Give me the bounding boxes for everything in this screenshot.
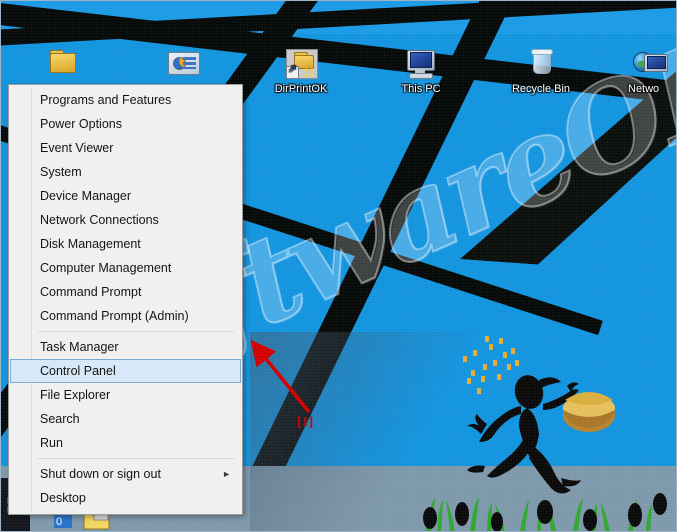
- menu-item-programs-and-features[interactable]: Programs and Features: [10, 88, 241, 112]
- menu-item-label: Control Panel: [40, 364, 116, 378]
- menu-item-control-panel[interactable]: Control Panel: [10, 359, 241, 383]
- folder-icon: [46, 48, 80, 80]
- menu-item-search[interactable]: Search: [10, 407, 241, 431]
- network-icon: [632, 48, 668, 80]
- desktop-icon-label: Recycle Bin: [511, 83, 571, 95]
- desktop-screen: SoftwareOK ↗ DirPrintOK This PC Recycle …: [0, 0, 677, 532]
- this-pc-icon: [404, 48, 438, 80]
- menu-item-label: Power Options: [40, 117, 122, 131]
- menu-item-system[interactable]: System: [10, 160, 241, 184]
- menu-item-network-connections[interactable]: Network Connections: [10, 208, 241, 232]
- menu-item-device-manager[interactable]: Device Manager: [10, 184, 241, 208]
- menu-item-power-options[interactable]: Power Options: [10, 112, 241, 136]
- desktop-icon-recycle-bin[interactable]: Recycle Bin: [498, 48, 584, 96]
- desktop-icon-network[interactable]: Netwo: [620, 48, 677, 96]
- desktop-icon-this-pc[interactable]: This PC: [378, 48, 464, 96]
- menu-item-file-explorer[interactable]: File Explorer: [10, 383, 241, 407]
- menu-item-label: Disk Management: [40, 237, 141, 251]
- menu-item-label: Network Connections: [40, 213, 159, 227]
- control-panel-icon: [166, 48, 200, 80]
- wallpaper-sower-figure: [455, 330, 645, 500]
- menu-item-command-prompt[interactable]: Command Prompt: [10, 280, 241, 304]
- winx-context-menu[interactable]: Programs and Features Power Options Event …: [8, 84, 243, 515]
- desktop-icon-control-panel[interactable]: [140, 48, 226, 83]
- menu-separator: [38, 458, 234, 459]
- menu-item-label: Command Prompt: [40, 285, 142, 299]
- menu-item-label: System: [40, 165, 82, 179]
- menu-item-label: Desktop: [40, 491, 86, 505]
- desktop-icon-dirprintok[interactable]: DirPrintOK: [258, 48, 344, 96]
- menu-separator: [38, 331, 234, 332]
- menu-item-label: Search: [40, 412, 80, 426]
- menu-item-label: Command Prompt (Admin): [40, 309, 189, 323]
- menu-item-label: Shut down or sign out: [40, 467, 161, 481]
- dirprintok-icon: [284, 48, 318, 80]
- submenu-arrow-icon: ►: [222, 469, 231, 479]
- menu-item-label: Computer Management: [40, 261, 172, 275]
- menu-item-label: Task Manager: [40, 340, 119, 354]
- menu-item-label: File Explorer: [40, 388, 111, 402]
- menu-item-desktop[interactable]: Desktop: [10, 486, 241, 510]
- menu-item-run[interactable]: Run: [10, 431, 241, 455]
- desktop-icon-label: This PC: [401, 83, 441, 95]
- menu-item-label: Run: [40, 436, 63, 450]
- menu-item-event-viewer[interactable]: Event Viewer: [10, 136, 241, 160]
- menu-item-label: Programs and Features: [40, 93, 172, 107]
- desktop-icon-folder[interactable]: [20, 48, 106, 83]
- menu-item-command-prompt-admin[interactable]: Command Prompt (Admin): [10, 304, 241, 328]
- menu-item-task-manager[interactable]: Task Manager: [10, 335, 241, 359]
- desktop-icon-label: DirPrintOK: [274, 83, 328, 95]
- desktop-icon-label: Netwo: [628, 83, 660, 95]
- menu-item-disk-management[interactable]: Disk Management: [10, 232, 241, 256]
- menu-item-shut-down-or-sign-out[interactable]: Shut down or sign out ►: [10, 462, 241, 486]
- svg-text:0: 0: [56, 516, 62, 528]
- recycle-bin-icon: [524, 48, 558, 80]
- menu-item-computer-management[interactable]: Computer Management: [10, 256, 241, 280]
- menu-item-label: Device Manager: [40, 189, 132, 203]
- menu-item-label: Event Viewer: [40, 141, 114, 155]
